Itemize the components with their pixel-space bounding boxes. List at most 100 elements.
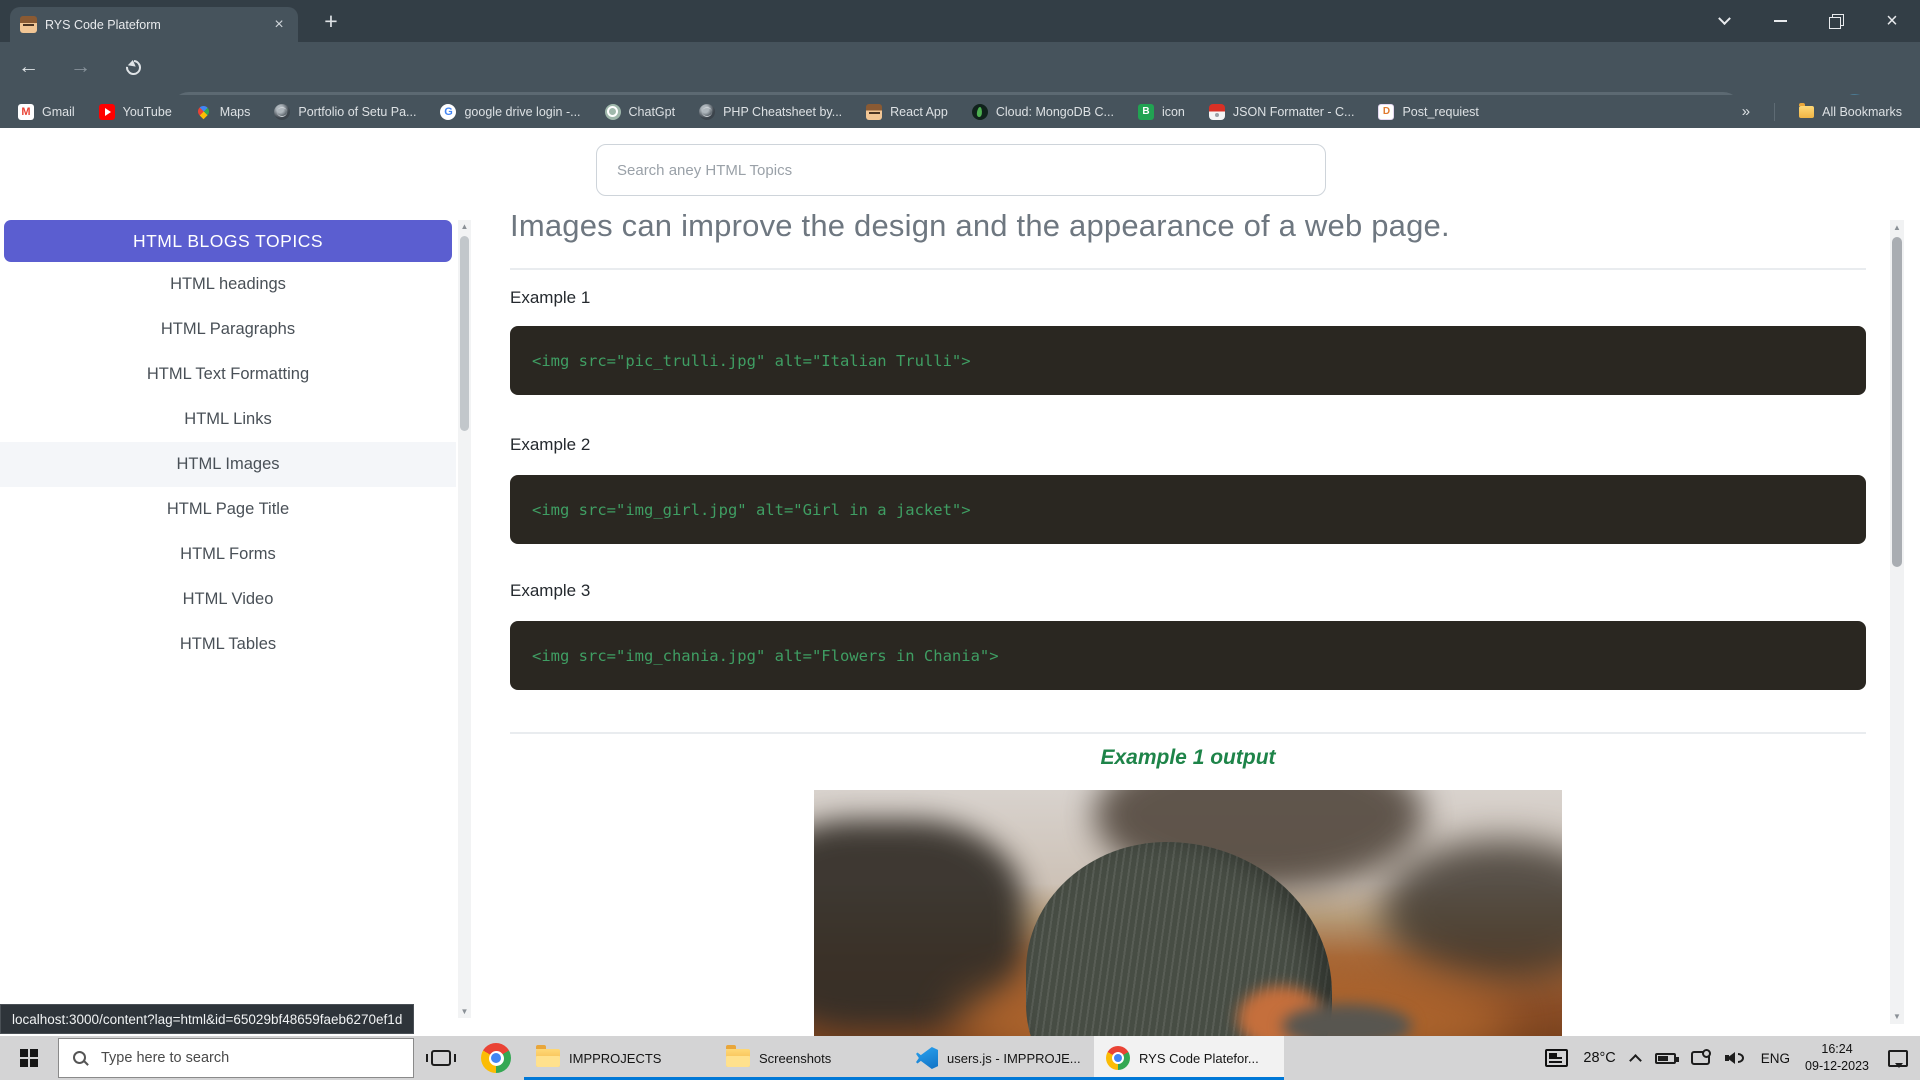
- photo-layer: [1382, 840, 1562, 980]
- sidebar-scrollbar[interactable]: [458, 220, 471, 1018]
- scroll-down-icon[interactable]: [1890, 1012, 1904, 1021]
- chrome-launcher-button[interactable]: [468, 1036, 524, 1080]
- task-view-icon: [431, 1050, 451, 1066]
- new-tab-button[interactable]: [316, 6, 346, 36]
- example-2-label: Example 2: [510, 435, 590, 455]
- postman-icon: [1378, 104, 1394, 120]
- sidebar-item-html-tables[interactable]: HTML Tables: [0, 622, 456, 667]
- task-view-button[interactable]: [414, 1036, 468, 1080]
- sound-wave-icon: [1738, 1053, 1744, 1063]
- bookmark-php-cheatsheet[interactable]: PHP Cheatsheet by...: [699, 104, 842, 120]
- sidebar-item-html-headings[interactable]: HTML headings: [0, 262, 456, 307]
- temperature-label[interactable]: 28°C: [1583, 1050, 1615, 1066]
- minimize-button[interactable]: [1752, 0, 1808, 42]
- folder-icon: [536, 1049, 560, 1067]
- action-center-icon[interactable]: [1888, 1050, 1908, 1067]
- taskbar-app-chrome-rys[interactable]: RYS Code Platefor...: [1094, 1036, 1284, 1080]
- tab-favicon: [20, 16, 37, 33]
- bookmark-chatgpt[interactable]: ChatGpt: [605, 104, 676, 120]
- sidebar-item-html-page-title[interactable]: HTML Page Title: [0, 487, 456, 532]
- clock-time: 16:24: [1805, 1041, 1869, 1058]
- bookmarks-bar: Gmail YouTube Maps Portfolio of Setu Pa.…: [0, 95, 1920, 128]
- bookmark-react-app[interactable]: React App: [866, 104, 948, 120]
- sidebar-item-html-forms[interactable]: HTML Forms: [0, 532, 456, 577]
- bookmarks-overflow-icon[interactable]: [1742, 103, 1750, 120]
- example-3-label: Example 3: [510, 581, 590, 601]
- example-1-label: Example 1: [510, 288, 590, 308]
- google-icon: [440, 104, 456, 120]
- bookmark-maps[interactable]: Maps: [196, 104, 251, 120]
- gmail-icon: [18, 104, 34, 120]
- news-weather-icon[interactable]: [1545, 1049, 1568, 1067]
- json-formatter-icon: [1209, 104, 1225, 120]
- sidebar-item-html-video[interactable]: HTML Video: [0, 577, 456, 622]
- cast-display-icon[interactable]: [1691, 1051, 1710, 1065]
- sidebar-item-html-text-formatting[interactable]: HTML Text Formatting: [0, 352, 456, 397]
- mongodb-leaf-icon: [972, 104, 988, 120]
- chrome-icon: [481, 1043, 511, 1073]
- search-input[interactable]: [596, 144, 1326, 196]
- bookmark-json-formatter[interactable]: JSON Formatter - C...: [1209, 104, 1355, 120]
- page-title: Images can improve the design and the ap…: [510, 208, 1850, 244]
- close-button[interactable]: [1864, 0, 1920, 42]
- restore-button[interactable]: [1808, 0, 1864, 42]
- sidebar-item-html-links[interactable]: HTML Links: [0, 397, 456, 442]
- browser-tab[interactable]: RYS Code Plateform: [10, 7, 298, 42]
- sidebar-item-html-images[interactable]: HTML Images: [0, 442, 456, 487]
- bookmark-post-request[interactable]: Post_requiest: [1378, 104, 1478, 120]
- chatgpt-icon: [605, 104, 621, 120]
- scroll-down-icon[interactable]: [458, 1007, 471, 1016]
- forward-button[interactable]: [70, 55, 91, 79]
- taskbar-search-placeholder: Type here to search: [101, 1050, 229, 1066]
- bookmark-gmail[interactable]: Gmail: [18, 104, 75, 120]
- example-output-image: [814, 790, 1562, 1036]
- scroll-up-icon[interactable]: [1890, 223, 1904, 232]
- language-indicator[interactable]: ENG: [1761, 1051, 1790, 1066]
- sidebar-item-html-paragraphs[interactable]: HTML Paragraphs: [0, 307, 456, 352]
- taskbar-app-impprojects[interactable]: IMPPROJECTS: [524, 1036, 714, 1080]
- clock[interactable]: 16:24 09-12-2023: [1805, 1041, 1869, 1075]
- tab-title: RYS Code Plateform: [45, 18, 262, 32]
- scroll-up-icon[interactable]: [458, 222, 471, 231]
- green-b-icon: [1138, 104, 1154, 120]
- system-tray: 28°C ENG 16:24 09-12-2023: [1545, 1041, 1920, 1075]
- bookmark-mongodb[interactable]: Cloud: MongoDB C...: [972, 104, 1114, 120]
- tray-expand-chevron-icon[interactable]: [1629, 1054, 1642, 1067]
- chevron-down-icon: [1718, 12, 1731, 25]
- windows-logo-icon: [20, 1049, 38, 1067]
- vscode-icon: [916, 1047, 938, 1069]
- taskbar-app-vscode[interactable]: users.js - IMPPROJE...: [904, 1036, 1094, 1080]
- page-scrollbar[interactable]: [1890, 220, 1904, 1024]
- start-button[interactable]: [0, 1036, 58, 1080]
- taskbar-app-screenshots[interactable]: Screenshots: [714, 1036, 904, 1080]
- folder-icon: [726, 1049, 750, 1067]
- divider: [510, 268, 1866, 270]
- maps-pin-icon: [196, 104, 212, 120]
- folder-icon: [1799, 106, 1814, 118]
- chrome-icon: [1106, 1046, 1130, 1070]
- taskbar: Type here to search IMPPROJECTS Screensh…: [0, 1036, 1920, 1080]
- tab-search-button[interactable]: [1696, 0, 1752, 42]
- all-bookmarks-button[interactable]: All Bookmarks: [1799, 105, 1902, 119]
- tab-strip: RYS Code Plateform: [0, 0, 1920, 42]
- reload-button[interactable]: [123, 57, 144, 78]
- page-scrollbar-thumb[interactable]: [1892, 237, 1902, 567]
- bookmark-google-drive[interactable]: google drive login -...: [440, 104, 580, 120]
- battery-icon[interactable]: [1655, 1053, 1676, 1064]
- sidebar-scrollbar-thumb[interactable]: [460, 236, 469, 431]
- restore-icon: [1829, 14, 1844, 29]
- sidebar: HTML BLOGS TOPICS HTML headings HTML Par…: [0, 220, 456, 667]
- globe-icon: [274, 104, 290, 120]
- bookmark-youtube[interactable]: YouTube: [99, 104, 172, 120]
- status-bar-url-tooltip: localhost:3000/content?lag=html&id=65029…: [0, 1004, 414, 1034]
- search-icon: [72, 1050, 89, 1067]
- taskbar-search[interactable]: Type here to search: [58, 1038, 414, 1078]
- back-button[interactable]: [18, 55, 39, 79]
- speaker-icon[interactable]: [1725, 1050, 1746, 1066]
- example-3-code: <img src="img_chania.jpg" alt="Flowers i…: [510, 621, 1866, 690]
- bookmark-portfolio[interactable]: Portfolio of Setu Pa...: [274, 104, 416, 120]
- window-controls: [1696, 0, 1920, 42]
- bookmark-icon-site[interactable]: icon: [1138, 104, 1185, 120]
- tab-close-icon[interactable]: [270, 17, 288, 33]
- example-2-code: <img src="img_girl.jpg" alt="Girl in a j…: [510, 475, 1866, 544]
